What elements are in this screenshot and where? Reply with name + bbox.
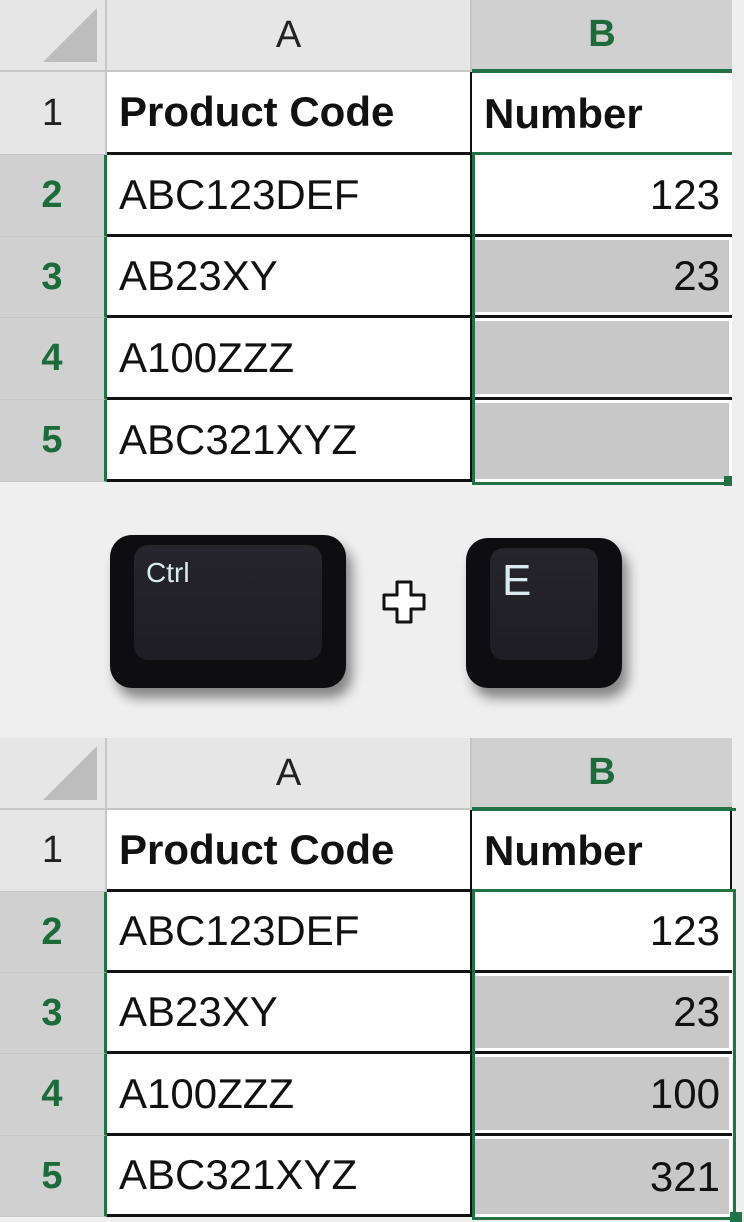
keyboard-shortcut: Ctrl E <box>0 490 744 720</box>
row-header-2[interactable]: 2 <box>0 155 107 237</box>
cell-b1[interactable]: Number <box>472 72 732 155</box>
row-header-3[interactable]: 3 <box>0 237 107 318</box>
select-all-triangle-icon <box>43 746 97 800</box>
column-header-b[interactable]: B <box>472 738 732 810</box>
cell-b5[interactable]: 321 <box>472 1136 732 1217</box>
cell-a4[interactable]: A100ZZZ <box>107 318 472 400</box>
cell-b5[interactable] <box>472 400 732 482</box>
cell-a5[interactable]: ABC321XYZ <box>107 1136 472 1217</box>
e-key: E <box>466 538 622 688</box>
row-header-4[interactable]: 4 <box>0 1054 107 1136</box>
fill-handle[interactable] <box>730 1212 742 1222</box>
cell-a4[interactable]: A100ZZZ <box>107 1054 472 1136</box>
e-key-label: E <box>502 556 532 605</box>
select-all-triangle-icon <box>43 8 97 62</box>
select-all-corner[interactable] <box>0 738 107 810</box>
column-header-a[interactable]: A <box>107 0 472 72</box>
selection-top-edge <box>472 808 736 811</box>
column-header-a[interactable]: A <box>107 738 472 810</box>
cell-b4[interactable] <box>472 318 732 400</box>
column-header-b[interactable]: B <box>472 0 732 72</box>
cell-a1[interactable]: Product Code <box>107 72 472 155</box>
cell-b2[interactable]: 123 <box>472 155 732 237</box>
row-header-4[interactable]: 4 <box>0 318 107 400</box>
cell-a2[interactable]: ABC123DEF <box>107 155 472 237</box>
row-header-2[interactable]: 2 <box>0 892 107 973</box>
selection-row1-edge <box>472 152 732 155</box>
cell-a2[interactable]: ABC123DEF <box>107 892 472 973</box>
plus-icon <box>382 580 426 624</box>
row-header-5[interactable]: 5 <box>0 1136 107 1217</box>
fill-handle[interactable] <box>724 476 732 486</box>
cell-a5[interactable]: ABC321XYZ <box>107 400 472 482</box>
cell-a1[interactable]: Product Code <box>107 810 472 892</box>
cell-b1[interactable]: Number <box>472 810 732 892</box>
row-header-1[interactable]: 1 <box>0 72 107 155</box>
cell-b3[interactable]: 23 <box>472 973 732 1054</box>
cell-b2[interactable]: 123 <box>472 892 732 973</box>
cell-b4[interactable]: 100 <box>472 1054 732 1136</box>
spreadsheet-after: A B 1 Product Code Number 2 ABC123DEF 12… <box>0 738 744 1222</box>
cell-a3[interactable]: AB23XY <box>107 973 472 1054</box>
ctrl-key-label: Ctrl <box>146 557 190 588</box>
select-all-corner[interactable] <box>0 0 107 72</box>
row-header-1[interactable]: 1 <box>0 810 107 892</box>
spreadsheet-before: A B 1 Product Code Number 2 ABC123DEF 12… <box>0 0 744 490</box>
row-header-3[interactable]: 3 <box>0 973 107 1054</box>
selection-top-edge <box>472 70 732 73</box>
cell-b3[interactable]: 23 <box>472 237 732 318</box>
row-header-5[interactable]: 5 <box>0 400 107 482</box>
cell-a3[interactable]: AB23XY <box>107 237 472 318</box>
ctrl-key: Ctrl <box>110 535 346 688</box>
